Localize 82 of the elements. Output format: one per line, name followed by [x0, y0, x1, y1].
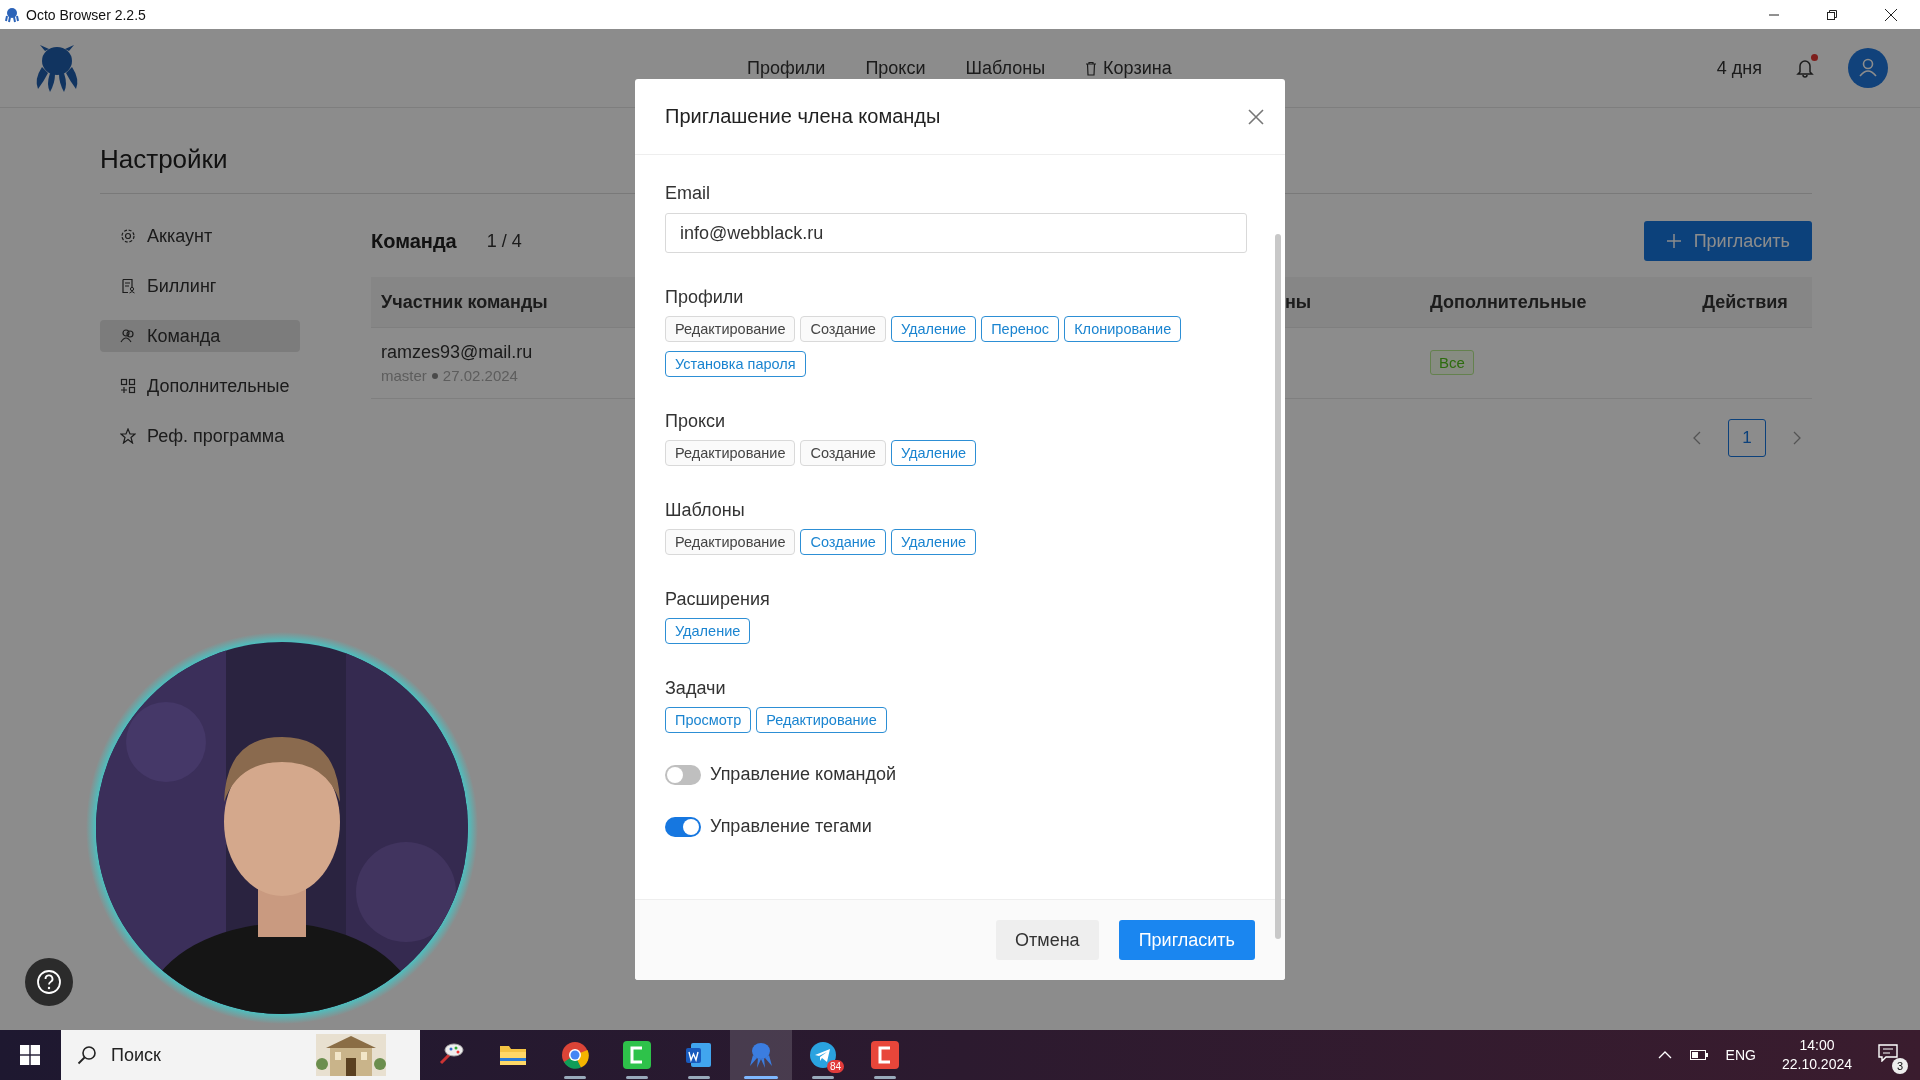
member-count: 1 / 4 [486, 230, 522, 252]
invite-button[interactable]: Пригласить [1643, 221, 1812, 261]
nav-link[interactable]: Корзина [1065, 57, 1192, 79]
toggle-label: Управление командой [710, 764, 897, 785]
avatar-icon[interactable] [1848, 48, 1888, 88]
taskbar-app[interactable]: 84 [792, 1030, 854, 1080]
windows-start-icon[interactable] [20, 1045, 40, 1065]
close-icon[interactable] [1884, 7, 1898, 22]
sidebar-item[interactable]: Аккаунт [100, 220, 300, 252]
help-icon[interactable] [25, 958, 73, 1006]
permission-tag[interactable]: Редактирование [756, 707, 887, 733]
subscription-days: 4 дня [1716, 57, 1762, 79]
cancel-button[interactable]: Отмена [996, 920, 1099, 960]
battery-icon[interactable] [1689, 1049, 1708, 1061]
grid-icon [120, 378, 136, 394]
toggle-switch[interactable] [665, 816, 701, 837]
page-button[interactable]: 1 [1728, 419, 1766, 457]
access-tag: Все [1430, 350, 1474, 375]
column-header: Действия [1702, 291, 1788, 312]
group-title: Расширения [665, 589, 771, 609]
permission-tag[interactable]: Редактирование [665, 529, 796, 555]
permission-tag[interactable]: Установка пароля [665, 351, 806, 377]
folder-icon [499, 1043, 527, 1067]
permission-tag[interactable]: Просмотр [665, 707, 752, 733]
permission-tag[interactable]: Редактирование [665, 440, 796, 466]
trash-icon [1085, 60, 1098, 76]
permission-tag[interactable]: Клонирование [1064, 316, 1182, 342]
section-title: Команда [371, 229, 457, 253]
plus-icon [1665, 233, 1682, 249]
column-header: Дополнительные [1430, 291, 1587, 312]
permission-tag[interactable]: Удаление [890, 316, 977, 342]
toggle-switch[interactable] [665, 764, 701, 785]
clock-time[interactable]: 14:00 [1799, 1036, 1835, 1055]
sidebar-item[interactable]: Дополнительные [100, 370, 300, 402]
invite-button[interactable]: Пригласить [1118, 920, 1255, 960]
permission-tag[interactable]: Создание [800, 316, 886, 342]
app-icon [623, 1041, 651, 1069]
column-header: ны [1285, 291, 1312, 312]
permission-tag[interactable]: Редактирование [665, 316, 796, 342]
chevron-up-icon[interactable] [1657, 1050, 1672, 1060]
people-icon [120, 328, 136, 344]
permission-tag[interactable]: Создание [800, 529, 886, 555]
group-title: Прокси [665, 411, 727, 431]
badge: 3 [1892, 1058, 1908, 1074]
dot-icon [431, 372, 438, 379]
app-icon [871, 1041, 899, 1069]
star-icon [120, 428, 136, 444]
permission-tag[interactable]: Удаление [890, 440, 977, 466]
clock-date[interactable]: 22.10.2024 [1781, 1055, 1852, 1074]
message-icon[interactable] [1878, 1044, 1898, 1062]
nav-link[interactable]: Прокси [845, 57, 946, 79]
permission-tag[interactable]: Перенос [981, 316, 1060, 342]
sidebar-item[interactable]: Биллинг [100, 270, 300, 302]
group-title: Задачи [665, 678, 727, 698]
taskbar-search[interactable]: Поиск [61, 1030, 420, 1080]
permission-tag[interactable]: Создание [800, 440, 886, 466]
search-placeholder: Поиск [111, 1044, 161, 1066]
permission-tag[interactable]: Удаление [890, 529, 977, 555]
toggle-label: Управление тегами [710, 816, 872, 837]
gear-icon [120, 228, 136, 244]
receipt-icon [120, 278, 136, 294]
nav-link[interactable]: Шаблоны [945, 57, 1066, 79]
scrollbar[interactable] [1275, 234, 1281, 939]
window-title: Octo Browser 2.2.5 [26, 6, 146, 23]
octopus-icon [747, 1041, 775, 1069]
group-title: Профили [665, 287, 745, 307]
modal-title: Приглашение члена команды [665, 105, 941, 128]
email-field[interactable]: info@webblack.ru [665, 213, 1247, 253]
document-icon [685, 1041, 713, 1069]
search-icon [77, 1045, 97, 1065]
restore-icon[interactable] [1826, 8, 1838, 21]
column-header: Участник команды [381, 291, 548, 312]
sidebar-item[interactable]: Команда [100, 320, 300, 352]
nav-link[interactable]: Профили [727, 57, 846, 79]
permission-tag[interactable]: Удаление [665, 618, 751, 644]
member-email: ramzes93@mail.ru [381, 342, 534, 363]
group-title: Шаблоны [665, 500, 746, 520]
browser-icon [561, 1041, 589, 1069]
language-indicator[interactable]: ENG [1725, 1047, 1756, 1063]
sidebar-item[interactable]: Реф. программа [100, 420, 300, 452]
app-logo-icon [4, 6, 20, 23]
badge: 84 [826, 1060, 844, 1073]
